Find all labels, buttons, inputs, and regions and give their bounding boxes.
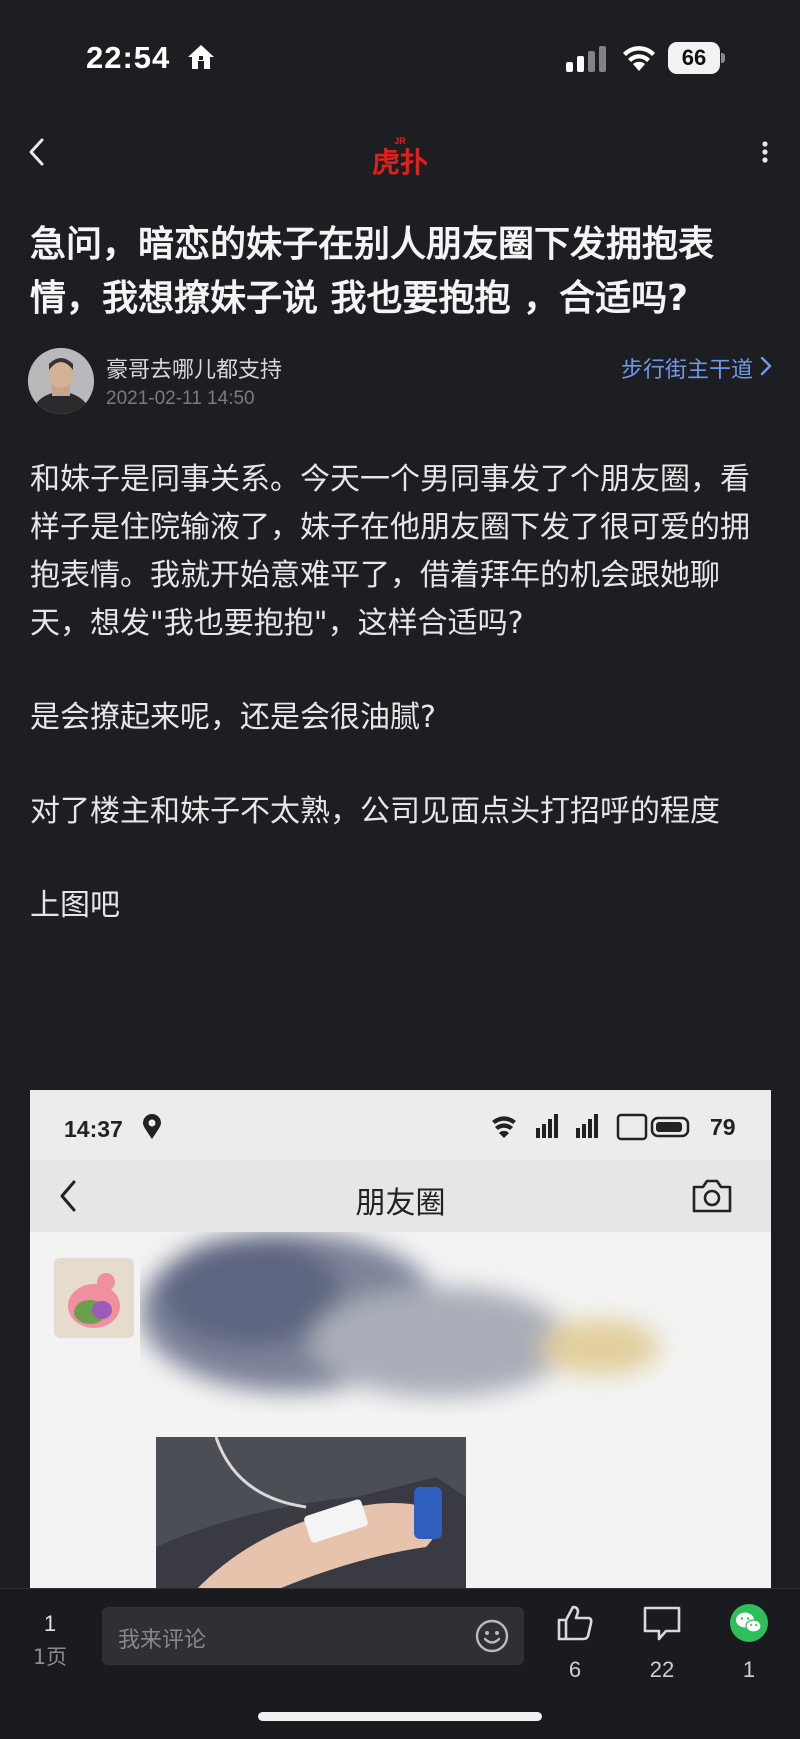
location-icon [143,1114,161,1139]
chevron-right-icon [760,356,772,376]
board-link[interactable]: 步行街主干道 [621,352,773,384]
emoji-icon[interactable] [474,1618,510,1654]
battery-level: 66 [668,42,720,74]
hupu-logo-icon: JR 虎扑 [372,136,428,179]
page-number[interactable]: 1 [30,1611,70,1637]
embed-status-time: 14:37 [64,1116,123,1142]
share-count: 1 [742,1657,756,1682]
wechat-share-button[interactable]: 1 [714,1603,784,1693]
like-button[interactable]: 6 [540,1603,610,1693]
thumbs-up-icon [557,1605,593,1641]
comments-button[interactable]: 22 [627,1603,697,1693]
embed-photo [156,1437,466,1590]
post-timestamp: 2021-02-11 14:50 [106,388,255,409]
avatar[interactable] [28,348,94,414]
post-paragraph: 上图吧 [30,888,120,923]
post-paragraph: 是会撩起来呢，还是会很油腻? [30,700,436,735]
cellular-signal-icon [566,46,606,72]
back-icon[interactable] [22,132,52,172]
post-body: 和妹子是同事关系。今天一个男同事发了个朋友圈，看样子是住院输液了，妹子在他朋友圈… [30,456,775,976]
embed-avatar [54,1258,134,1338]
wechat-icon [730,1604,768,1642]
post-title: 急问，暗恋的妹子在别人朋友圈下发拥抱表情，我想撩妹子说 我也要抱抱 ，合适吗? [30,224,715,319]
author-row: 豪哥去哪儿都支持 2021-02-11 14:50 步行街主干道 [28,348,773,418]
logo-badge: JR [394,136,406,146]
comment-bubble-icon [643,1606,681,1641]
embed-header: 朋友圈 [30,1160,771,1232]
home-indicator[interactable] [258,1712,542,1721]
blurred-area [140,1232,660,1397]
more-options-icon[interactable] [752,132,778,172]
comment-placeholder: 我来评论 [118,1628,207,1653]
comment-count: 22 [649,1657,675,1682]
comment-input[interactable]: 我来评论 [102,1607,524,1665]
home-icon [188,45,214,69]
nav-bar: JR 虎扑 [0,118,800,188]
like-count: 6 [568,1657,582,1682]
board-name: 步行街主干道 [620,358,753,383]
embedded-screenshot-image[interactable]: 14:37 79 朋友圈 [30,1090,771,1590]
post-paragraph: 和妹子是同事关系。今天一个男同事发了个朋友圈，看样子是住院输液了，妹子在他朋友圈… [30,462,750,641]
post-paragraph: 对了楼主和妹子不太熟，公司见面点头打招呼的程度 [30,794,720,829]
battery-icon: 66 [668,42,725,74]
logo-text: 虎扑 [372,146,428,179]
embed-moments-feed [30,1232,771,1590]
wifi-icon [623,46,655,71]
camera-icon [692,1179,732,1213]
avatar-photo [28,348,94,414]
author-name[interactable]: 豪哥去哪儿都支持 [106,352,282,384]
status-time: 22:54 [86,40,171,75]
embed-battery-level: 79 [710,1114,736,1140]
status-bar: 22:54 66 [0,0,800,110]
embed-status-icons [492,1113,690,1141]
page-label[interactable]: 1页 [24,1641,76,1671]
embed-title: 朋友圈 [355,1186,446,1221]
